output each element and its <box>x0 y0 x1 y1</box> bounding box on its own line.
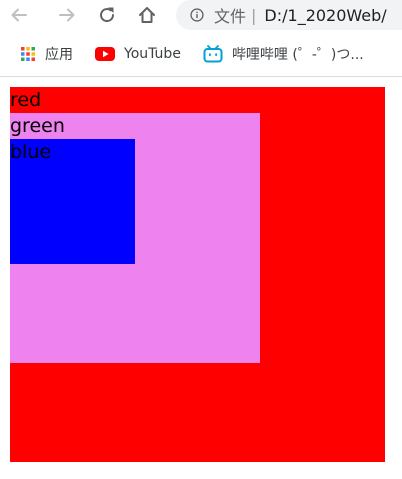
url-text[interactable]: D:/1_2020Web/ <box>264 6 386 25</box>
browser-chrome: 文件 | D:/1_2020Web/ 应用 YouTube 哔哩哔哩 (゜-゜)… <box>0 0 402 76</box>
address-prefix: 文件 <box>214 7 247 26</box>
bookmark-label-apps: 应用 <box>45 47 73 63</box>
blue-box: blue <box>10 139 135 264</box>
forward-button[interactable] <box>54 2 80 28</box>
back-arrow-icon <box>10 6 28 24</box>
back-button[interactable] <box>6 2 32 28</box>
blue-box-label: blue <box>10 141 52 163</box>
bookmarks-bar: 应用 YouTube 哔哩哔哩 (゜-゜)つ... <box>0 36 402 72</box>
home-icon <box>137 5 157 25</box>
address-bar[interactable]: 文件 | D:/1_2020Web/ <box>176 0 402 30</box>
bookmark-apps[interactable]: 应用 <box>20 36 73 72</box>
bookmark-label-bilibili: 哔哩哔哩 (゜-゜)つ... <box>231 47 364 63</box>
youtube-icon <box>95 47 115 61</box>
page-viewport: red green blue <box>0 77 402 479</box>
browser-toolbar: 文件 | D:/1_2020Web/ <box>0 0 402 34</box>
apps-grid-icon <box>20 46 36 62</box>
address-separator: | <box>251 5 257 25</box>
green-box-label: green <box>10 115 65 137</box>
home-button[interactable] <box>134 2 160 28</box>
bookmark-bilibili[interactable]: 哔哩哔哩 (゜-゜)つ... <box>203 36 364 72</box>
red-box: red green blue <box>10 87 385 462</box>
red-box-label: red <box>10 89 42 111</box>
forward-arrow-icon <box>58 6 76 24</box>
bookmark-label-youtube: YouTube <box>124 46 181 62</box>
reload-icon <box>97 5 117 25</box>
green-box: green blue <box>10 113 260 363</box>
bilibili-icon <box>203 45 223 63</box>
bookmark-youtube[interactable]: YouTube <box>95 36 181 72</box>
info-icon[interactable] <box>190 8 204 22</box>
reload-button[interactable] <box>94 2 120 28</box>
